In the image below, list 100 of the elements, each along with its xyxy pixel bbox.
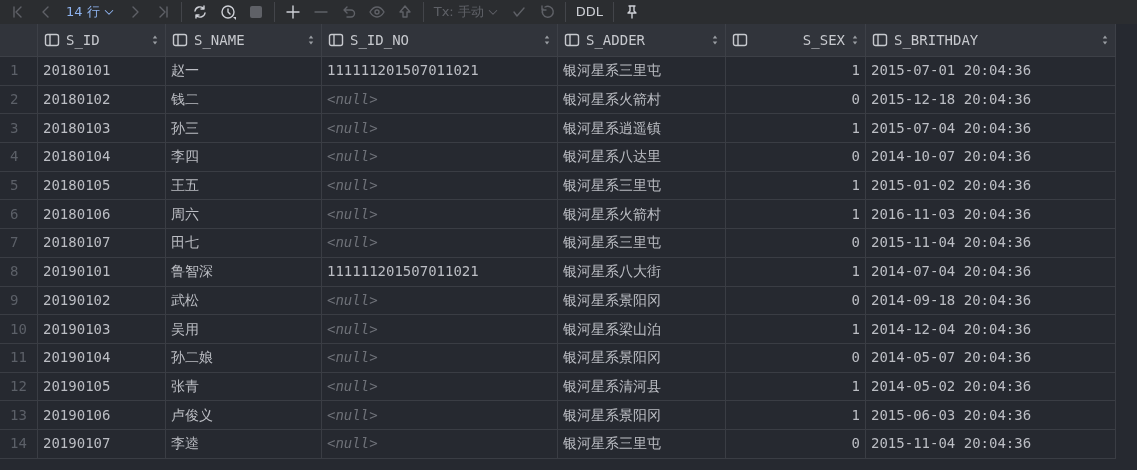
table-cell: 银河星系三里屯 (558, 57, 726, 86)
table-cell: 银河星系八大街 (558, 257, 726, 287)
add-icon (284, 4, 301, 20)
row-number: 10 (0, 315, 38, 344)
column-header[interactable]: S_ADDER (558, 24, 726, 57)
table-cell: <null> (322, 229, 558, 258)
table-cell: 武松 (166, 286, 322, 316)
column-header[interactable]: S_NAME (166, 24, 322, 57)
row-number: 13 (0, 401, 38, 430)
sort-icon[interactable] (851, 34, 859, 46)
table-cell: 吴用 (166, 315, 322, 344)
table-cell: <null> (322, 401, 558, 430)
table-cell: 20190105 (38, 372, 166, 402)
refresh-icon (191, 4, 208, 20)
table-cell: 银河星系三里屯 (558, 171, 726, 201)
table-cell: 1 (726, 372, 866, 402)
table-cell: 孙二娘 (166, 343, 322, 373)
table-cell: 2014-05-07 20:04:36 (866, 343, 1116, 373)
table-cell: 银河星系八达里 (558, 143, 726, 172)
undo-icon (340, 4, 357, 20)
table-cell: 20190107 (38, 429, 166, 459)
row-number: 1 (0, 57, 38, 86)
table-cell: 20180103 (38, 114, 166, 144)
table-cell: 2014-10-07 20:04:36 (866, 143, 1116, 172)
table-cell: 银河星系三里屯 (558, 429, 726, 459)
table-cell: 20190106 (38, 401, 166, 430)
table-cell: 2015-12-18 20:04:36 (866, 85, 1116, 115)
table-cell: 0 (726, 143, 866, 172)
sort-icon[interactable] (543, 34, 551, 46)
table-cell: 20190101 (38, 257, 166, 287)
table-cell: <null> (322, 85, 558, 115)
column-header[interactable]: S_ID (38, 24, 166, 57)
row-number: 3 (0, 114, 38, 144)
eye-icon (368, 4, 385, 20)
table-cell: 1 (726, 257, 866, 287)
table-cell: 111111201507011021 (322, 257, 558, 287)
row-number: 5 (0, 171, 38, 201)
table-cell: 2015-11-04 20:04:36 (866, 429, 1116, 459)
up-arrow-icon (396, 4, 413, 20)
column-header[interactable]: S_SEX (726, 24, 866, 57)
row-number: 11 (0, 343, 38, 373)
table-cell: 2015-06-03 20:04:36 (866, 401, 1116, 430)
table-cell: 1 (726, 171, 866, 201)
table-cell: 20190104 (38, 343, 166, 373)
table-cell: 孙三 (166, 114, 322, 144)
table-cell: 2015-11-04 20:04:36 (866, 229, 1116, 258)
table-cell: 1 (726, 315, 866, 344)
row-count-dropdown[interactable]: 14 行 (60, 0, 121, 24)
table-cell: <null> (322, 171, 558, 201)
table-cell: 银河星系景阳冈 (558, 401, 726, 430)
table-cell: 20180101 (38, 57, 166, 86)
table-cell: 1 (726, 114, 866, 144)
table-cell: 银河星系景阳冈 (558, 343, 726, 373)
table-cell: 张青 (166, 372, 322, 402)
row-number: 2 (0, 85, 38, 115)
sort-icon[interactable] (711, 34, 719, 46)
table-cell: <null> (322, 372, 558, 402)
table-cell: <null> (322, 286, 558, 316)
table-cell: 20180102 (38, 85, 166, 115)
table-cell: 0 (726, 85, 866, 115)
table-cell: <null> (322, 114, 558, 144)
column-header[interactable]: S_BRITHDAY (866, 24, 1116, 57)
table-cell: 1 (726, 200, 866, 230)
table-cell: 0 (726, 286, 866, 316)
table-cell: 银河星系清河县 (558, 372, 726, 402)
column-header[interactable]: S_ID_NO (322, 24, 558, 57)
table-cell: 鲁智深 (166, 257, 322, 287)
table-cell: <null> (322, 200, 558, 230)
table-cell: 2015-07-01 20:04:36 (866, 57, 1116, 86)
column-icon (44, 32, 60, 48)
table-cell: 2014-05-02 20:04:36 (866, 372, 1116, 402)
table-cell: 周六 (166, 200, 322, 230)
table-cell: 1 (726, 401, 866, 430)
table-cell: 111111201507011021 (322, 57, 558, 86)
table-cell: 银河星系三里屯 (558, 229, 726, 258)
table-cell: 20180106 (38, 200, 166, 230)
row-number: 12 (0, 372, 38, 402)
row-number: 6 (0, 200, 38, 230)
table-cell: <null> (322, 429, 558, 459)
table-cell: 2014-12-04 20:04:36 (866, 315, 1116, 344)
sort-icon[interactable] (1101, 34, 1109, 46)
table-cell: 银河星系梁山泊 (558, 315, 726, 344)
table-cell: 2016-11-03 20:04:36 (866, 200, 1116, 230)
table-cell: 2014-07-04 20:04:36 (866, 257, 1116, 287)
stop-icon (247, 4, 264, 20)
table-cell: <null> (322, 143, 558, 172)
table-cell: 2015-01-02 20:04:36 (866, 171, 1116, 201)
ddl-button[interactable]: DDL (569, 0, 610, 24)
sort-icon[interactable] (151, 34, 159, 46)
column-icon (732, 32, 748, 48)
table-cell: <null> (322, 315, 558, 344)
table-cell: 李四 (166, 143, 322, 172)
table-cell: 20190102 (38, 286, 166, 316)
sort-icon[interactable] (307, 34, 315, 46)
row-number: 4 (0, 143, 38, 172)
table-cell: 钱二 (166, 85, 322, 115)
table-cell: 王五 (166, 171, 322, 201)
table-cell: 20180105 (38, 171, 166, 201)
table-cell: 银河星系火箭村 (558, 85, 726, 115)
table-cell: 赵一 (166, 57, 322, 86)
